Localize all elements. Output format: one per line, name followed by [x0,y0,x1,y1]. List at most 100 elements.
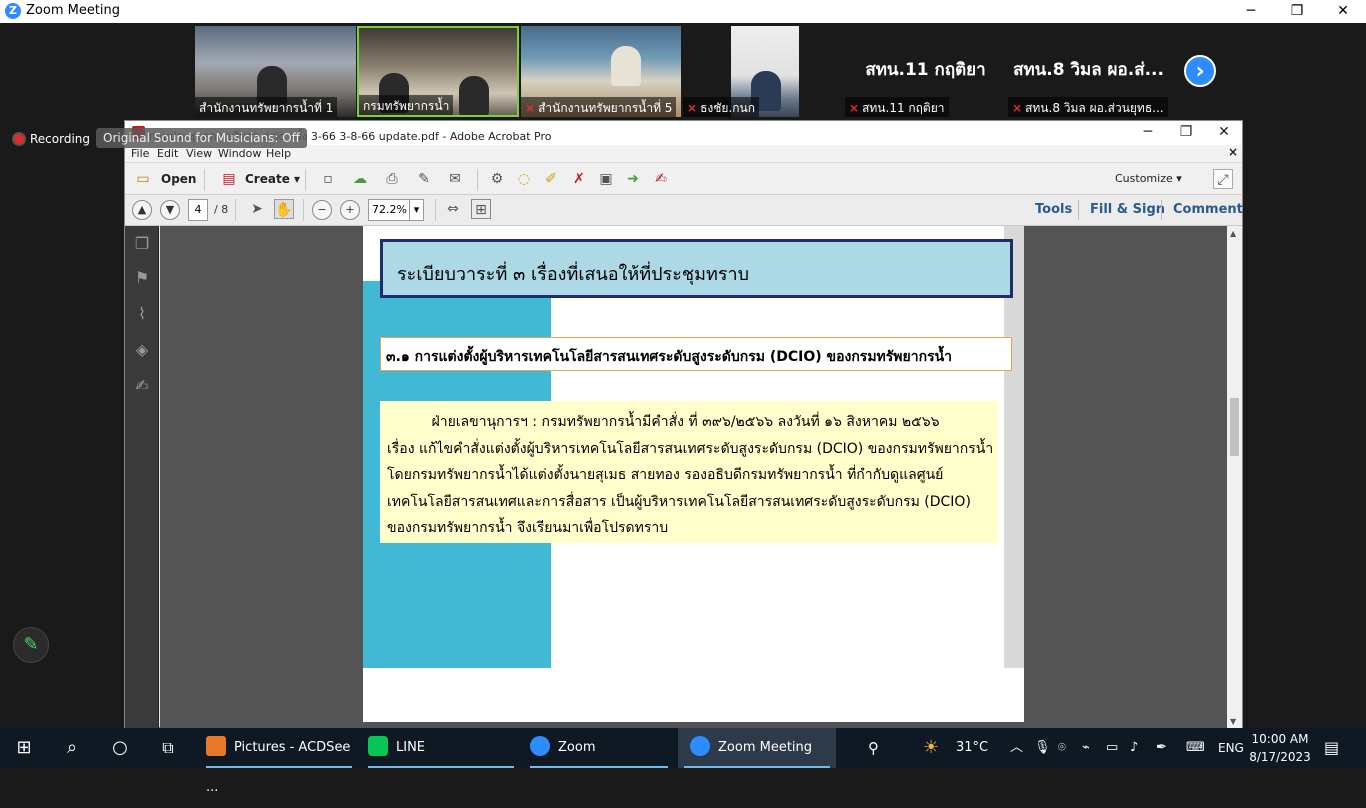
body-line: เรื่อง แก้ไขคำสั่งแต่งตั้งผู้บริหารเทคโน… [387,440,994,457]
network-icon[interactable]: ▭ [1106,728,1118,768]
pen-workspace-icon[interactable]: ✒ [1156,728,1167,768]
input-language[interactable]: ENG [1218,728,1244,768]
comment-link[interactable]: Comment [1173,202,1243,217]
scroll-down-icon[interactable]: ▼ [1230,717,1236,726]
video-tile[interactable]: ⨯ สำนักงานทรัพยากรน้ำที่ 5 [521,26,681,117]
clock-date: 8/17/2023 [1249,750,1311,764]
save-icon[interactable]: ▫ [318,169,338,189]
export-arrow-icon[interactable]: ➜ [623,169,643,189]
fit-width-icon[interactable]: ⇔ [443,199,463,219]
participant-name: กรมทรัพยากรน้ำ [359,95,454,115]
notifications-icon[interactable]: ▤ [1324,728,1339,768]
scrollbar-thumb[interactable] [1230,398,1239,456]
system-clock[interactable]: 10:00 AM 8/17/2023 [1248,730,1312,766]
pdf-page: ระเบียบวาระที่ ๓ เรื่องที่เสนอให้ที่ประช… [363,226,1024,722]
usb-device-icon[interactable]: ⌁ [1082,728,1090,768]
edit-icon[interactable]: ✎ [414,169,434,189]
minimize-button[interactable]: ─ [1228,0,1274,23]
keyboard-icon[interactable]: ⌨ [1186,728,1205,768]
signatures-icon[interactable]: ✍ [132,376,152,396]
taskbar-app-zoom[interactable]: Zoom [524,728,674,768]
microphone-icon[interactable]: 🎙 [1034,728,1051,768]
comment-bubble-icon[interactable]: ◌ [514,169,534,189]
taskbar-app-label: Zoom [558,740,596,755]
video-tile-active[interactable]: กรมทรัพยากรน้ำ [357,26,519,117]
weather-temperature[interactable]: 31°C [956,728,988,768]
customize-dropdown[interactable]: Customize ▾ [1115,167,1182,191]
taskbar-app-line[interactable]: LINE [362,728,520,768]
video-tile[interactable]: สำนักงานทรัพยากรน้ำที่ 1 [195,26,356,117]
fit-page-icon[interactable]: ⊞ [471,199,491,219]
layers-icon[interactable]: ◈ [132,340,152,360]
email-icon[interactable]: ✉ [445,169,465,189]
previous-page-icon[interactable]: ▲ [132,200,152,220]
annotate-pen-icon[interactable]: ✎ [13,627,49,663]
print-icon[interactable]: ⎙ [382,169,402,189]
video-tile[interactable]: ⨯ ธงชัย.กนก [683,26,843,117]
zoom-out-icon[interactable]: − [312,200,332,220]
taskbar-app-zoom-meeting[interactable]: Zoom Meeting [678,728,836,768]
menu-view[interactable]: View [186,147,212,160]
zoom-in-icon[interactable]: + [340,200,360,220]
camera-icon[interactable]: ⌾ [1058,728,1066,768]
zoom-dropdown-chevron-icon[interactable]: ▾ [409,199,424,221]
acrobat-window: กอบประชุมดกก.บริหาร dcio ครั้ง 3-66 3-8-… [124,120,1243,728]
people-icon[interactable]: ⚲ [868,728,879,768]
create-pdf-icon: ▤ [222,171,236,187]
zoom-logo-icon: Z [5,3,21,19]
volume-icon[interactable]: ♪ [1130,728,1138,768]
page-thumbnails-icon[interactable]: ❐ [132,234,152,254]
task-view-icon[interactable]: ⧉ [144,728,192,768]
close-document-icon[interactable]: × [1228,145,1238,159]
expand-icon[interactable]: ⤢ [1213,169,1233,189]
acrobat-minimize-button[interactable]: ─ [1129,121,1167,145]
document-viewport[interactable]: ระเบียบวาระที่ ๓ เรื่องที่เสนอให้ที่ประช… [160,226,1227,728]
cortana-circle-icon[interactable]: ○ [96,728,144,768]
menu-window[interactable]: Window [218,147,261,160]
page-number-input[interactable]: 4 [188,199,208,221]
create-button[interactable]: Create ▾ [245,167,300,191]
attachments-paperclip-icon[interactable]: ⌇ [132,304,152,324]
highlight-icon[interactable]: ✐ [541,169,561,189]
menu-help[interactable]: Help [266,147,291,160]
original-sound-tooltip: Original Sound for Musicians: Off [96,128,307,148]
close-button[interactable]: ✕ [1320,0,1366,23]
acrobat-close-button[interactable]: ✕ [1205,121,1243,145]
open-button[interactable]: Open [161,167,196,191]
video-tile[interactable]: สทน.11 กฤติยา ⨯ สทน.11 กฤติยา [845,26,1006,117]
video-tile[interactable]: สทน.8 วิมล ผอ.ส่... ⨯ สทน.8 วิมล ผอ.ส่วนย… [1008,26,1169,117]
scroll-up-icon[interactable]: ▲ [1230,229,1236,238]
tools-link[interactable]: Tools [1035,202,1072,217]
zoom-level-select[interactable]: 72.2% [368,199,410,221]
taskbar-app-acdsee[interactable]: Pictures - ACDSee ... [200,728,358,795]
participant-display-name: สทน.11 กฤติยา [865,60,986,80]
toolbar-divider [1078,200,1079,220]
main-toolbar: ▭ Open ▤ Create ▾ ▫ ☁ ⎙ ✎ ✉ ⚙ ◌ ✐ ✗ ▣ ➜ … [125,162,1242,195]
participant-name: สำนักงานทรัพยากรน้ำที่ 1 [195,97,338,117]
weather-sun-cloud-icon[interactable]: ☀ [923,728,939,768]
sign-document-icon[interactable]: ✍ [651,169,671,189]
fill-and-sign-link[interactable]: Fill & Sign [1090,202,1165,217]
settings-gear-icon[interactable]: ⚙ [487,169,507,189]
recording-indicator[interactable]: Recording [14,132,90,146]
select-pointer-icon[interactable]: ➤ [247,199,267,219]
maximize-button[interactable]: ❐ [1274,0,1320,23]
next-page-icon[interactable]: ▼ [160,200,180,220]
muted-mic-icon: ⨯ [687,101,698,115]
show-hidden-icons-icon[interactable]: ︿ [1010,728,1023,768]
page-export-icon[interactable]: ▣ [596,169,616,189]
line-icon [368,736,388,756]
hand-tool-icon[interactable]: ✋ [274,199,294,219]
vertical-scrollbar[interactable]: ▲ ▼ [1227,226,1242,728]
menu-file[interactable]: File [131,147,149,160]
menu-edit[interactable]: Edit [157,147,178,160]
search-icon[interactable]: ⌕ [48,728,96,768]
acrobat-maximize-button[interactable]: ❐ [1167,121,1205,145]
cloud-upload-icon[interactable]: ☁ [350,169,370,189]
toolbar-divider [204,169,205,191]
bookmarks-icon[interactable]: ⚑ [132,268,152,288]
body-line: ของกรมทรัพยากรน้ำ จึงเรียนมาเพื่อโปรดทรา… [387,520,669,536]
windows-start-icon[interactable]: ⊞ [0,728,48,768]
delete-icon[interactable]: ✗ [569,169,589,189]
next-page-arrow-icon[interactable]: › [1184,55,1216,87]
